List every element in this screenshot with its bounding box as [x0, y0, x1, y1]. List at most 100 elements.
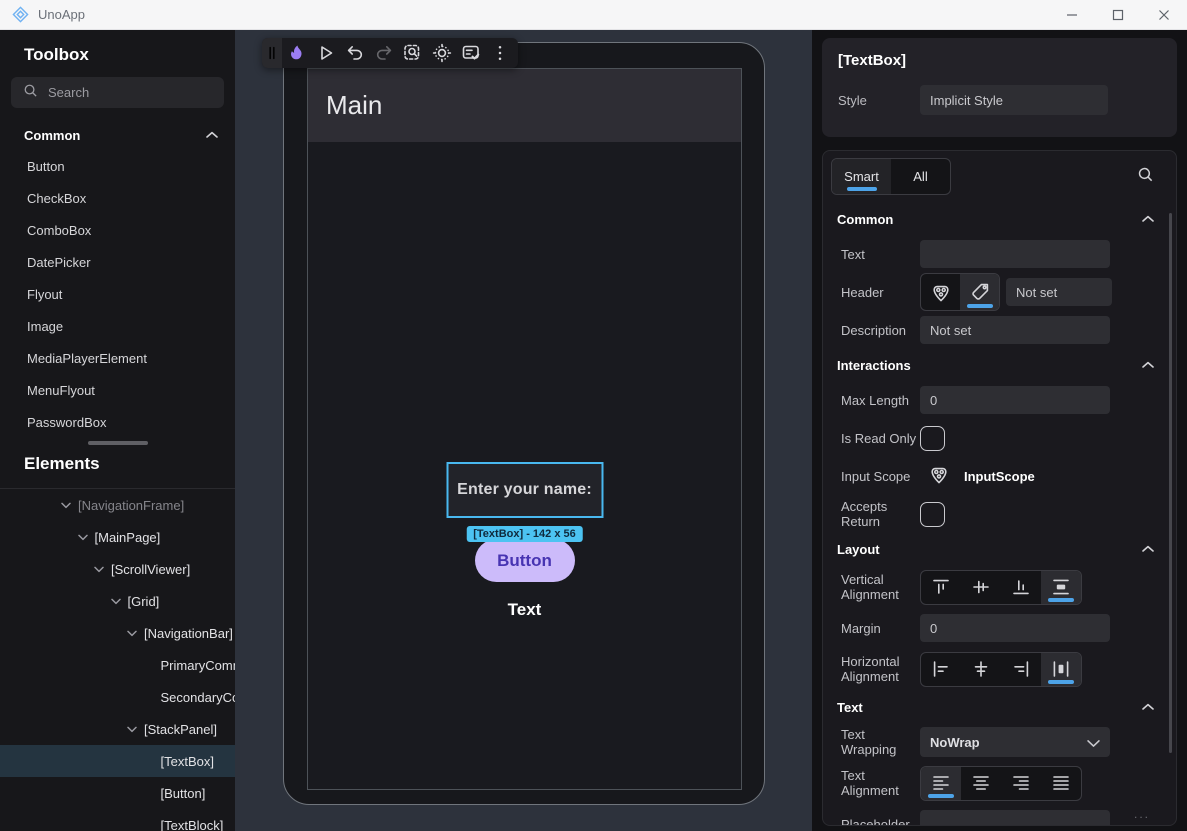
properties-search-icon[interactable] [1137, 166, 1154, 188]
property-label: Is Read Only [823, 431, 920, 446]
tab-smart[interactable]: Smart [832, 159, 891, 194]
tree-item-scrollviewer[interactable]: [ScrollViewer] [0, 553, 235, 585]
style-label: Style [822, 93, 920, 108]
align-left-icon[interactable] [921, 653, 961, 686]
chevron-down-icon[interactable] [124, 726, 140, 733]
align-v-center-icon[interactable] [961, 571, 1001, 604]
align-top-icon[interactable] [921, 571, 961, 604]
text-align-justify-icon[interactable] [1041, 767, 1081, 800]
maximize-button[interactable] [1095, 0, 1141, 29]
toolbox-section-common[interactable]: Common [0, 120, 235, 150]
textbox-text: Enter your name: [457, 481, 592, 499]
text-input[interactable] [920, 240, 1110, 268]
minimize-button[interactable] [1049, 0, 1095, 29]
play-icon[interactable] [311, 38, 340, 68]
text-align-left-icon[interactable] [921, 767, 961, 800]
section-header-common[interactable]: Common [823, 203, 1176, 235]
property-row-margin: Margin0 [823, 609, 1176, 647]
header-mode-toggle [920, 273, 1000, 311]
tree-item-navigationframe[interactable]: [NavigationFrame] [0, 489, 235, 521]
section-header-interactions[interactable]: Interactions [823, 349, 1176, 381]
tree-item-textblock[interactable]: [TextBlock] [0, 809, 235, 831]
tree-item-textbox[interactable]: [TextBox] [0, 745, 235, 777]
splitter-grip[interactable] [88, 441, 148, 445]
section-header-text[interactable]: Text [823, 691, 1176, 723]
toolbox-item-menuflyout[interactable]: MenuFlyout [0, 374, 235, 406]
form-validation-icon[interactable] [456, 38, 485, 68]
tree-item-primarycomm[interactable]: PrimaryComm [0, 649, 235, 681]
chevron-down-icon [1087, 735, 1100, 753]
property-row-accepts-return: Accepts Return [823, 495, 1176, 533]
tree-item-mainpage[interactable]: [MainPage] [0, 521, 235, 553]
text-align-center-icon[interactable] [961, 767, 1001, 800]
toolbox-item-button[interactable]: Button [0, 150, 235, 182]
chevron-up-icon [1142, 540, 1154, 558]
element-picker-icon[interactable] [398, 38, 427, 68]
theme-brightness-icon[interactable] [427, 38, 456, 68]
toolbox-item-passwordbox[interactable]: PasswordBox [0, 406, 235, 438]
chevron-down-icon[interactable] [124, 630, 140, 637]
tree-item-grid[interactable]: [Grid] [0, 585, 235, 617]
close-button[interactable] [1141, 0, 1187, 29]
align-h-stretch-icon[interactable] [1041, 653, 1081, 686]
property-row-text: Text [823, 235, 1176, 273]
section-header-layout[interactable]: Layout [823, 533, 1176, 565]
description-input[interactable]: Not set [920, 316, 1110, 344]
toolbox-item-combobox[interactable]: ComboBox [0, 214, 235, 246]
text-align-right-icon[interactable] [1001, 767, 1041, 800]
toolbox-item-datepicker[interactable]: DatePicker [0, 246, 235, 278]
design-canvas[interactable]: Main Enter your name: [TextBox] - 142 x … [235, 30, 812, 831]
text-wrapping-dropdown[interactable]: NoWrap [920, 727, 1110, 757]
max-length-input[interactable]: 0 [920, 386, 1110, 414]
chevron-down-icon[interactable] [75, 534, 91, 541]
align-v-stretch-icon[interactable] [1041, 571, 1081, 604]
left-sidebar: Toolbox Search Common ButtonCheckBoxComb… [0, 30, 235, 831]
align-h-center-icon[interactable] [961, 653, 1001, 686]
toolbox-elements-splitter[interactable] [0, 438, 235, 448]
toolbox-item-checkbox[interactable]: CheckBox [0, 182, 235, 214]
device-screen[interactable]: Main Enter your name: [TextBox] - 142 x … [307, 68, 742, 790]
toolbox-search-input[interactable]: Search [11, 77, 224, 108]
property-row-placeholder: Placeholder [823, 805, 1176, 826]
tree-item-navigationbar[interactable]: [NavigationBar] [0, 617, 235, 649]
tab-all[interactable]: All [891, 159, 950, 194]
toolbox-item-image[interactable]: Image [0, 310, 235, 342]
chevron-down-icon[interactable] [58, 502, 74, 509]
binding-icon[interactable] [921, 274, 960, 310]
property-control: NoWrap [920, 727, 1110, 757]
chevron-down-icon[interactable] [108, 598, 124, 605]
tag-icon[interactable] [960, 274, 999, 310]
hot-design-flame-icon[interactable] [282, 38, 311, 68]
scrollbar[interactable] [1169, 213, 1172, 753]
property-control: InputScope [920, 463, 1035, 490]
dropdown-value: NoWrap [920, 727, 1110, 757]
canvas-button[interactable]: Button [475, 539, 575, 582]
more-vertical-icon[interactable] [485, 38, 514, 68]
redo-icon[interactable] [369, 38, 398, 68]
property-label: Margin [823, 621, 920, 636]
horizontal-alignment-group [920, 652, 1082, 687]
header-input[interactable]: Not set [1006, 278, 1112, 306]
tree-item-secondaryco[interactable]: SecondaryCo [0, 681, 235, 713]
placeholder-input[interactable] [920, 810, 1110, 826]
is-read-only-checkbox[interactable] [920, 426, 945, 451]
title-bar: UnoApp [0, 0, 1187, 30]
toolbox-item-flyout[interactable]: Flyout [0, 278, 235, 310]
tree-item-button[interactable]: [Button] [0, 777, 235, 809]
property-label: Text Wrapping [823, 727, 920, 757]
chevron-down-icon[interactable] [91, 566, 107, 573]
input-scope-binding[interactable]: InputScope [920, 463, 1035, 490]
tree-item-stackpanel[interactable]: [StackPanel] [0, 713, 235, 745]
property-control [920, 502, 945, 527]
undo-icon[interactable] [340, 38, 369, 68]
align-right-icon[interactable] [1001, 653, 1041, 686]
align-bottom-icon[interactable] [1001, 571, 1041, 604]
selected-textbox[interactable]: Enter your name: [446, 462, 603, 518]
canvas-textblock[interactable]: Text [508, 600, 542, 620]
drag-handle-icon[interactable] [262, 38, 282, 68]
style-input[interactable]: Implicit Style [920, 85, 1108, 115]
property-row-input-scope: Input ScopeInputScope [823, 457, 1176, 495]
margin-input[interactable]: 0 [920, 614, 1110, 642]
toolbox-item-mediaplayerelement[interactable]: MediaPlayerElement [0, 342, 235, 374]
accepts-return-checkbox[interactable] [920, 502, 945, 527]
